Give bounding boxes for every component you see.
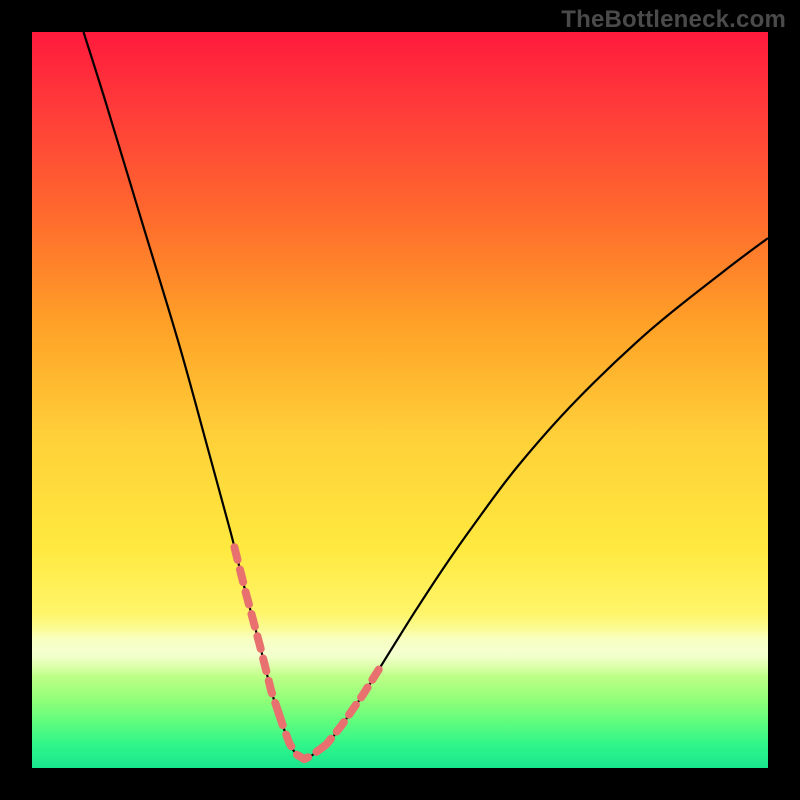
chart-frame <box>32 32 768 768</box>
chart-svg <box>32 32 768 768</box>
dashed-right-flank <box>323 665 382 747</box>
dashed-trough <box>279 713 323 759</box>
bottleneck-curve <box>84 32 768 759</box>
watermark-text: TheBottleneck.com <box>561 6 786 34</box>
dashed-left-flank <box>234 547 278 713</box>
